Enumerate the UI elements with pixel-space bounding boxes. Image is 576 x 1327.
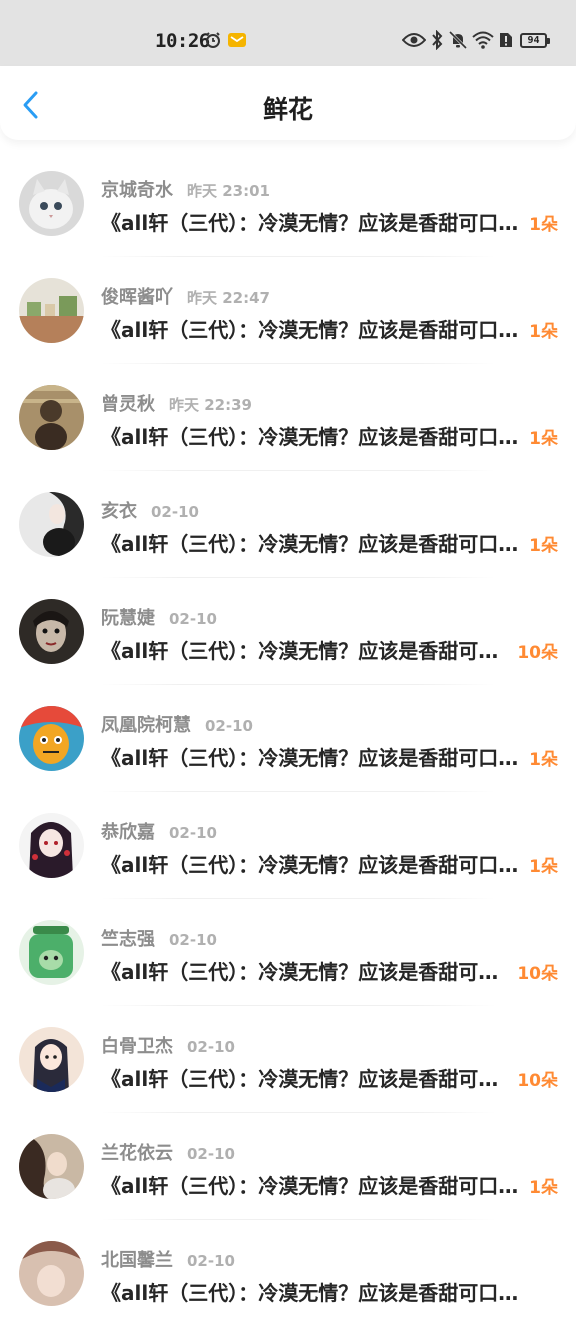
work-title[interactable]: 《all轩（三代）：冷漠无情？应该是香甜可口吧》 [101, 421, 526, 450]
timestamp: 02-10 [187, 1038, 235, 1056]
user-name[interactable]: 竺志强 [101, 925, 155, 951]
mute-icon [448, 30, 468, 50]
sim-icon [498, 30, 514, 50]
avatar[interactable] [19, 1241, 84, 1306]
list-item[interactable]: 京城奇水 昨天 23:01 《all轩（三代）：冷漠无情？应该是香甜可口吧》 1… [0, 150, 576, 257]
flower-count: 1朵 [529, 1178, 558, 1198]
work-title[interactable]: 《all轩（三代）：冷漠无情？应该是香甜可口吧》 [101, 849, 526, 878]
timestamp: 02-10 [205, 717, 253, 735]
user-name[interactable]: 兰花依云 [101, 1139, 173, 1165]
flower-count: 1朵 [529, 750, 558, 770]
work-title[interactable]: 《all轩（三代）：冷漠无情？应该是香甜可口吧》 [101, 635, 506, 664]
avatar[interactable] [19, 492, 84, 557]
battery-icon: 94 [520, 33, 550, 48]
timestamp: 02-10 [187, 1252, 235, 1270]
list-item[interactable]: 恭欣嘉 02-10 《all轩（三代）：冷漠无情？应该是香甜可口吧》 1朵 [0, 792, 576, 899]
flower-count: 1朵 [529, 857, 558, 877]
avatar[interactable] [19, 385, 84, 450]
list-item[interactable]: 阮慧婕 02-10 《all轩（三代）：冷漠无情？应该是香甜可口吧》 10朵 [0, 578, 576, 685]
timestamp: 昨天 22:39 [169, 396, 252, 414]
timestamp: 昨天 23:01 [187, 182, 270, 200]
timestamp: 02-10 [169, 931, 217, 949]
work-title[interactable]: 《all轩（三代）：冷漠无情？应该是香甜可口吧》 [101, 314, 526, 343]
bluetooth-icon [430, 30, 444, 50]
alarm-icon [204, 30, 222, 50]
flower-count: 10朵 [517, 964, 558, 984]
user-name[interactable]: 亥衣 [101, 497, 137, 523]
user-name[interactable]: 阮慧婕 [101, 604, 155, 630]
avatar[interactable] [19, 278, 84, 343]
mail-icon [227, 30, 247, 50]
avatar[interactable] [19, 1134, 84, 1199]
work-title[interactable]: 《all轩（三代）：冷漠无情？应该是香甜可口吧》 [101, 528, 526, 557]
user-name[interactable]: 恭欣嘉 [101, 818, 155, 844]
list-item[interactable]: 竺志强 02-10 《all轩（三代）：冷漠无情？应该是香甜可口吧》 10朵 [0, 899, 576, 1006]
flower-count: 1朵 [529, 215, 558, 235]
avatar[interactable] [19, 813, 84, 878]
timestamp: 02-10 [151, 503, 199, 521]
work-title[interactable]: 《all轩（三代）：冷漠无情？应该是香甜可口吧》 [101, 1170, 526, 1199]
user-name[interactable]: 凤凰院柯慧 [101, 711, 191, 737]
top-nav-bar: 鲜花 [0, 66, 576, 140]
flower-count: 10朵 [517, 1071, 558, 1091]
eye-icon [402, 30, 426, 50]
timestamp: 02-10 [169, 824, 217, 842]
avatar[interactable] [19, 599, 84, 664]
list-item[interactable]: 白骨卫杰 02-10 《all轩（三代）：冷漠无情？应该是香甜可口吧》 10朵 [0, 1006, 576, 1113]
flower-count: 1朵 [529, 322, 558, 342]
list-item[interactable]: 北国馨兰 02-10 《all轩（三代）：冷漠无情？应该是香甜可口吧》 [0, 1220, 576, 1327]
timestamp: 昨天 22:47 [187, 289, 270, 307]
work-title[interactable]: 《all轩（三代）：冷漠无情？应该是香甜可口吧》 [101, 1063, 506, 1092]
avatar[interactable] [19, 706, 84, 771]
avatar[interactable] [19, 1027, 84, 1092]
user-name[interactable]: 白骨卫杰 [101, 1032, 173, 1058]
user-name[interactable]: 京城奇水 [101, 176, 173, 202]
flower-count: 10朵 [517, 643, 558, 663]
user-name[interactable]: 北国馨兰 [101, 1246, 173, 1272]
timestamp: 02-10 [169, 610, 217, 628]
work-title[interactable]: 《all轩（三代）：冷漠无情？应该是香甜可口吧》 [101, 742, 526, 771]
status-bar: 10:26 94 [0, 0, 576, 66]
list-item[interactable]: 俊晖酱吖 昨天 22:47 《all轩（三代）：冷漠无情？应该是香甜可口吧》 1… [0, 257, 576, 364]
flower-count: 1朵 [529, 429, 558, 449]
flower-count: 1朵 [529, 536, 558, 556]
user-name[interactable]: 俊晖酱吖 [101, 283, 173, 309]
avatar[interactable] [19, 920, 84, 985]
avatar[interactable] [19, 171, 84, 236]
wifi-icon [472, 30, 494, 50]
list-item[interactable]: 兰花依云 02-10 《all轩（三代）：冷漠无情？应该是香甜可口吧》 1朵 [0, 1113, 576, 1220]
work-title[interactable]: 《all轩（三代）：冷漠无情？应该是香甜可口吧》 [101, 207, 526, 236]
list-item[interactable]: 凤凰院柯慧 02-10 《all轩（三代）：冷漠无情？应该是香甜可口吧》 1朵 [0, 685, 576, 792]
work-title[interactable]: 《all轩（三代）：冷漠无情？应该是香甜可口吧》 [101, 1277, 526, 1306]
user-name[interactable]: 曾灵秋 [101, 390, 155, 416]
page-title: 鲜花 [262, 95, 313, 124]
list-item[interactable]: 亥衣 02-10 《all轩（三代）：冷漠无情？应该是香甜可口吧》 1朵 [0, 471, 576, 578]
work-title[interactable]: 《all轩（三代）：冷漠无情？应该是香甜可口吧》 [101, 956, 506, 985]
list-item[interactable]: 曾灵秋 昨天 22:39 《all轩（三代）：冷漠无情？应该是香甜可口吧》 1朵 [0, 364, 576, 471]
timestamp: 02-10 [187, 1145, 235, 1163]
status-time: 10:26 [155, 30, 210, 52]
